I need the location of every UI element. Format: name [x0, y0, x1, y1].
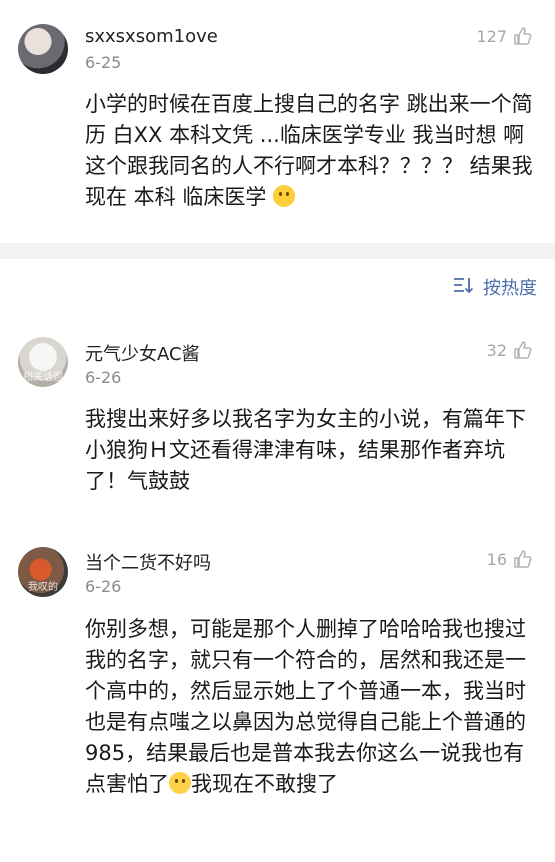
- sort-icon: [453, 276, 475, 299]
- thumbs-up-icon: [513, 549, 533, 569]
- like-count: 16: [486, 549, 507, 569]
- comment-text-tail: 我现在不敢搜了: [191, 772, 338, 796]
- comment-date: 6-25: [85, 53, 122, 72]
- comment-text: 小学的时候在百度上搜自己的名字 跳出来一个简历 白XX 本科文凭 ...临床医学…: [85, 89, 535, 213]
- sort-label: 按热度: [483, 278, 537, 299]
- avatar[interactable]: 我叹的: [18, 547, 68, 597]
- thumbs-up-icon: [513, 340, 533, 360]
- laughing-tears-emoji: [169, 772, 191, 794]
- section-divider: [0, 243, 555, 259]
- thumbs-up-icon: [513, 26, 533, 46]
- comment-text: 你别多想，可能是那个人删掉了哈哈哈我也搜过我的名字，就只有一个符合的，居然和我还…: [85, 614, 535, 800]
- avatar-caption: 我叹的: [28, 582, 58, 593]
- comment-text: 我搜出来好多以我名字为女主的小说，有篇年下小狼狗Ｈ文还看得津津有味，结果那作者弃…: [85, 407, 526, 493]
- avatar-caption: 相关话题: [23, 372, 63, 383]
- comment-text-content: 你别多想，可能是那个人删掉了哈哈哈我也搜过我的名字，就只有一个符合的，居然和我还…: [85, 617, 526, 796]
- username[interactable]: sxxsxsom1ove: [85, 26, 218, 47]
- like-button[interactable]: 16: [487, 549, 533, 569]
- like-count: 127: [476, 26, 507, 46]
- comment-date: 6-26: [85, 577, 122, 596]
- comment-text-content: 小学的时候在百度上搜自己的名字 跳出来一个简历 白XX 本科文凭 ...临床医学…: [85, 92, 533, 209]
- smile-emoji: [273, 185, 296, 207]
- sort-toggle[interactable]: 按热度: [453, 274, 537, 300]
- comment-date: 6-26: [85, 368, 122, 387]
- like-count: 32: [486, 340, 507, 360]
- username[interactable]: 元气少女AC酱: [85, 340, 200, 366]
- like-button[interactable]: 32: [487, 340, 533, 360]
- like-button[interactable]: 127: [476, 26, 533, 46]
- username[interactable]: 当个二货不好吗: [85, 549, 211, 575]
- avatar[interactable]: [18, 24, 68, 74]
- avatar[interactable]: 相关话题: [18, 337, 68, 387]
